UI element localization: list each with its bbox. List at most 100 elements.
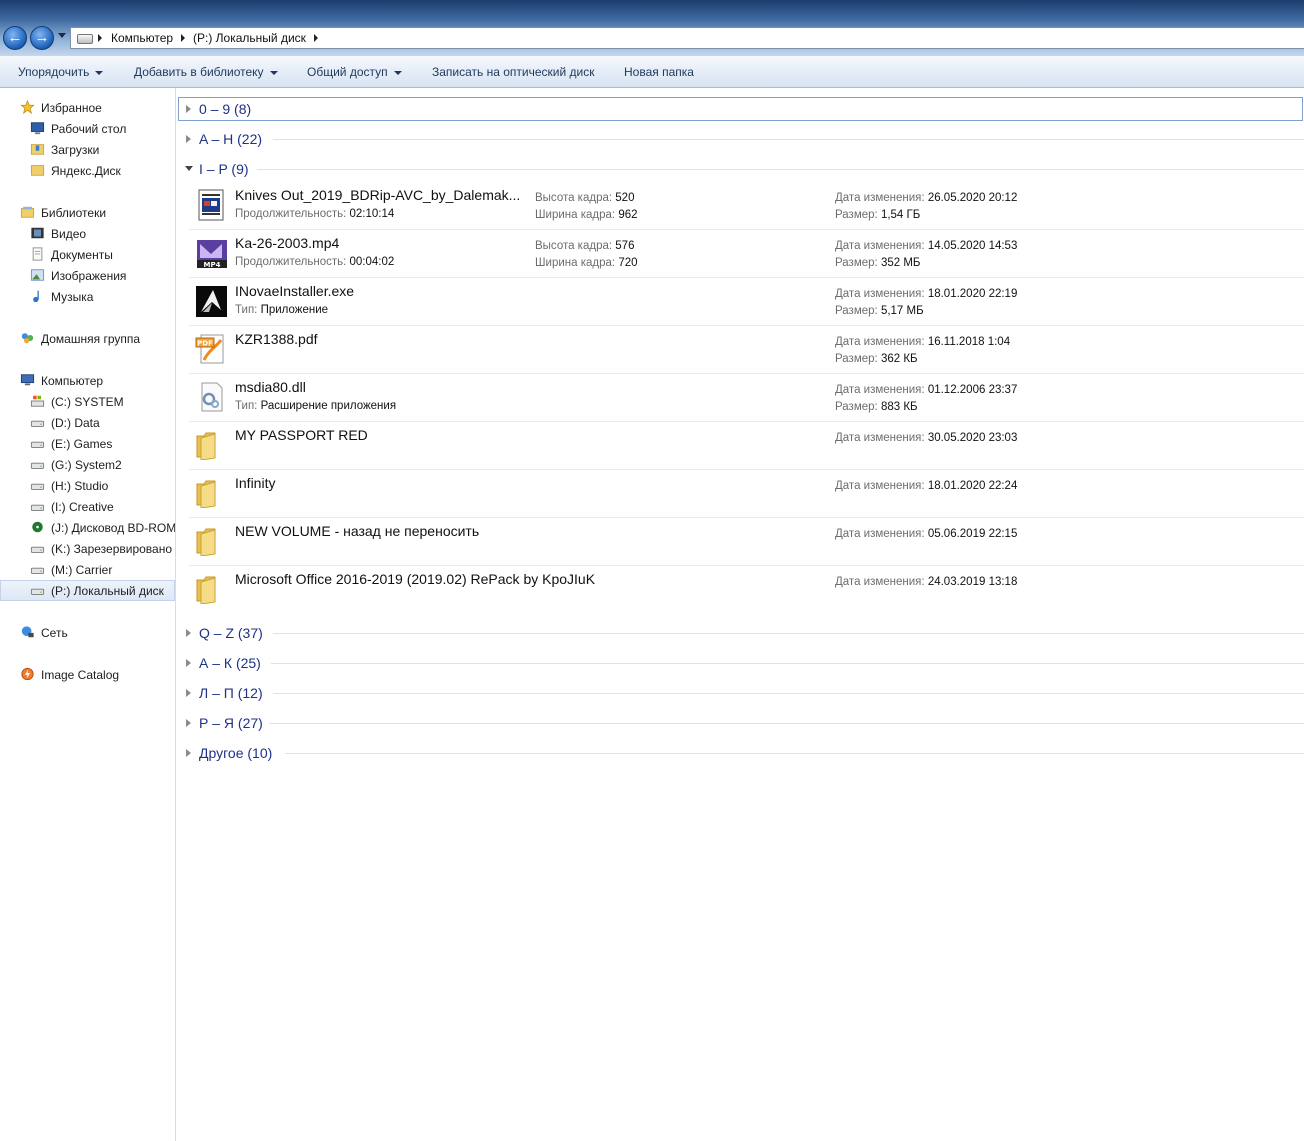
drive-icon	[30, 483, 45, 490]
nav-downloads[interactable]: Загрузки	[0, 139, 175, 160]
modified-value: 18.01.2020 22:24	[927, 480, 1018, 492]
group-header-q-z[interactable]: Q – Z (37)	[177, 615, 1304, 645]
nav-music[interactable]: Музыка	[0, 286, 175, 307]
chevron-down-icon	[95, 70, 104, 75]
group-header-i-p[interactable]: I – P (9)	[177, 151, 1304, 181]
share-button[interactable]: Общий доступ	[307, 65, 402, 79]
nav-image-catalog[interactable]: Image Catalog	[0, 664, 175, 685]
share-label: Общий доступ	[307, 65, 388, 79]
chevron-down-icon	[269, 70, 278, 75]
group-header-r-ya-cyr[interactable]: Р – Я (27)	[177, 705, 1304, 735]
new-folder-button[interactable]: Новая папка	[624, 65, 694, 79]
mp4-file-icon: MP4	[197, 240, 227, 269]
group-divider	[257, 169, 1304, 170]
file-duration: Продолжительность: 00:04:02	[235, 256, 394, 268]
list-item[interactable]: Microsoft Office 2016-2019 (2019.02) ReP…	[189, 566, 1304, 614]
nav-documents[interactable]: Документы	[0, 244, 175, 265]
list-item[interactable]: MY PASSPORT RED Дата изменения: 30.05.20…	[189, 422, 1304, 470]
nav-network[interactable]: Сеть	[0, 622, 175, 643]
group-label: Q – Z (37)	[199, 625, 263, 641]
nav-drive-i[interactable]: (I:) Creative	[0, 496, 175, 517]
frame-width-value: 962	[618, 209, 638, 221]
modified-value: 14.05.2020 14:53	[927, 240, 1018, 252]
add-to-library-button[interactable]: Добавить в библиотеку	[134, 65, 278, 79]
expand-triangle-icon[interactable]	[186, 689, 191, 697]
list-item[interactable]: msdia80.dll Тип: Расширение приложения Д…	[189, 374, 1304, 422]
group-divider	[269, 723, 1304, 724]
file-duration: Продолжительность: 02:10:14	[235, 208, 394, 220]
group-header-a-h[interactable]: A – H (22)	[177, 121, 1304, 151]
list-item[interactable]: Infinity Дата изменения: 18.01.2020 22:2…	[189, 470, 1304, 518]
chevron-right-icon[interactable]	[98, 34, 102, 42]
group-header-a-k-cyr[interactable]: А – К (25)	[177, 645, 1304, 675]
nav-favorites[interactable]: Избранное	[0, 97, 175, 118]
nav-drive-e[interactable]: (E:) Games	[0, 433, 175, 454]
expand-triangle-icon[interactable]	[186, 629, 191, 637]
list-item[interactable]: Knives Out_2019_BDRip-AVC_by_Dalemak... …	[189, 182, 1304, 230]
file-modified: Дата изменения: 18.01.2020 22:24	[835, 480, 1017, 492]
folder-icon	[196, 432, 216, 460]
group-header-other[interactable]: Другое (10)	[177, 735, 1304, 765]
list-item[interactable]: PDF KZR1388.pdf Дата изменения: 16.11.20…	[189, 326, 1304, 374]
list-item[interactable]: INovaeInstaller.exe Тип: Приложение Дата…	[189, 278, 1304, 326]
nav-drive-h[interactable]: (H:) Studio	[0, 475, 175, 496]
list-item[interactable]: NEW VOLUME - назад не переносить Дата из…	[189, 518, 1304, 566]
size-value: 352 МБ	[880, 257, 921, 269]
size-label: Размер:	[835, 401, 878, 413]
nav-yandex-disk[interactable]: Яндекс.Диск	[0, 160, 175, 181]
drive-icon	[30, 588, 45, 595]
file-modified: Дата изменения: 05.06.2019 22:15	[835, 528, 1017, 540]
nav-images[interactable]: Изображения	[0, 265, 175, 286]
drive-icon	[77, 34, 93, 44]
file-frame-width: Ширина кадра: 962	[535, 209, 638, 221]
breadcrumb-drive-p[interactable]: (P:) Локальный диск	[193, 31, 306, 45]
collapse-triangle-icon[interactable]	[185, 166, 193, 171]
type-value: Расширение приложения	[260, 400, 397, 412]
nav-drive-c[interactable]: (C:) SYSTEM	[0, 391, 175, 412]
nav-label: Музыка	[51, 290, 94, 304]
nav-computer[interactable]: Компьютер	[0, 370, 175, 391]
video-file-icon	[198, 189, 224, 221]
nav-drive-m[interactable]: (M:) Carrier	[0, 559, 175, 580]
nav-drive-k[interactable]: (K:) Зарезервировано с	[0, 538, 175, 559]
size-value: 5,17 МБ	[880, 305, 924, 317]
expand-triangle-icon[interactable]	[186, 719, 191, 727]
nav-label: Изображения	[51, 269, 127, 283]
nav-drive-p[interactable]: (P:) Локальный диск	[0, 580, 175, 601]
nav-label: (J:) Дисковод BD-ROM	[51, 521, 176, 535]
nav-desktop[interactable]: Рабочий стол	[0, 118, 175, 139]
modified-value: 16.11.2018 1:04	[927, 336, 1011, 348]
nav-label: (P:) Локальный диск	[51, 584, 164, 598]
group-label: Р – Я (27)	[199, 715, 263, 731]
file-modified: Дата изменения: 30.05.2020 23:03	[835, 432, 1017, 444]
group-header-0-9[interactable]: 0 – 9 (8)	[177, 91, 1304, 121]
nav-homegroup[interactable]: Домашняя группа	[0, 328, 175, 349]
nav-label: (G:) System2	[51, 458, 122, 472]
burn-button[interactable]: Записать на оптический диск	[432, 65, 595, 79]
chevron-right-icon[interactable]	[181, 34, 185, 42]
nav-video[interactable]: Видео	[0, 223, 175, 244]
group-divider	[273, 693, 1304, 694]
organize-button[interactable]: Упорядочить	[18, 65, 104, 79]
address-bar[interactable]: Компьютер (P:) Локальный диск	[70, 27, 1304, 49]
group-header-l-p-cyr[interactable]: Л – П (12)	[177, 675, 1304, 705]
pdf-icon-text: PDF	[197, 340, 213, 348]
nav-label: Яндекс.Диск	[51, 164, 121, 178]
forward-button[interactable]: →	[30, 26, 54, 50]
back-button[interactable]: ←	[3, 26, 27, 50]
chevron-right-icon[interactable]	[314, 34, 318, 42]
list-item[interactable]: MP4 Ka-26-2003.mp4 Продолжительность: 00…	[189, 230, 1304, 278]
expand-triangle-icon[interactable]	[186, 749, 191, 757]
file-size: Размер: 352 МБ	[835, 257, 920, 269]
nav-drive-g[interactable]: (G:) System2	[0, 454, 175, 475]
history-dropdown-icon[interactable]	[58, 33, 66, 38]
nav-libraries[interactable]: Библиотеки	[0, 202, 175, 223]
installer-app-icon	[196, 286, 227, 317]
breadcrumb-computer[interactable]: Компьютер	[111, 31, 173, 45]
file-size: Размер: 1,54 ГБ	[835, 209, 920, 221]
nav-drive-j[interactable]: (J:) Дисковод BD-ROM	[0, 517, 176, 538]
nav-drive-d[interactable]: (D:) Data	[0, 412, 175, 433]
expand-triangle-icon[interactable]	[186, 135, 191, 143]
expand-triangle-icon[interactable]	[186, 105, 191, 113]
expand-triangle-icon[interactable]	[186, 659, 191, 667]
